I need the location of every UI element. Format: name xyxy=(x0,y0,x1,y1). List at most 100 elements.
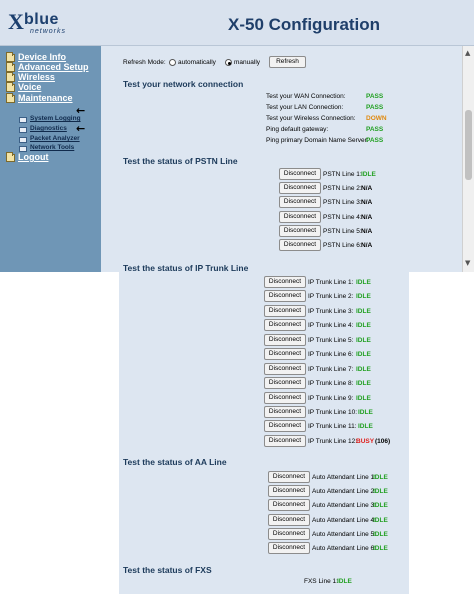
pstn-line-status: N/A xyxy=(361,214,373,221)
pstn-line-label: PSTN Line 6: xyxy=(323,242,362,249)
logo-letter: X xyxy=(8,9,24,34)
sidebar-item-label: Wireless xyxy=(18,72,55,82)
header: X blue networks X-50 Configuration xyxy=(0,0,474,46)
aa-disconnect-button[interactable]: Disconnect xyxy=(268,528,310,540)
trunk-line-label: IP Trunk Line 12: xyxy=(308,438,358,445)
pstn-line-label: PSTN Line 5: xyxy=(323,228,362,235)
aa-line-status: IDLE xyxy=(373,502,388,509)
trunk-line-label: IP Trunk Line 9: xyxy=(308,395,354,402)
ip-trunk-section-title: Test the status of IP Trunk Line xyxy=(123,263,249,272)
scroll-up-icon[interactable]: ▲ xyxy=(465,49,470,57)
aa-line-status: IDLE xyxy=(373,531,388,538)
pstn-line-status: N/A xyxy=(361,199,373,206)
folder-open-icon xyxy=(6,93,15,103)
sidebar-subitem-label: Diagnostics xyxy=(30,125,67,132)
wan-test-status: PASS xyxy=(366,93,384,100)
pstn-disconnect-button[interactable]: Disconnect xyxy=(279,225,321,237)
trunk-disconnect-button[interactable]: Disconnect xyxy=(264,348,306,360)
sidebar-subitem-label: System Logging xyxy=(30,115,81,122)
aa-line-label: Auto Attendant Line 2: xyxy=(312,488,376,495)
trunk-line-label: IP Trunk Line 8: xyxy=(308,380,354,387)
lan-test-label: Test your LAN Connection: xyxy=(266,104,344,111)
brand-logo: X blue networks xyxy=(8,9,83,39)
sidebar: Device Info Advanced Setup Wireless Voic… xyxy=(0,46,101,272)
trunk-line-status: IDLE xyxy=(356,322,371,329)
arrow-left-icon: ← xyxy=(76,122,86,135)
scrollbar-thumb[interactable] xyxy=(465,110,472,180)
trunk-line-status: IDLE xyxy=(356,380,371,387)
trunk-line-status: IDLE xyxy=(358,409,373,416)
aa-line-label: Auto Attendant Line 1: xyxy=(312,474,376,481)
wireless-test-status: DOWN xyxy=(366,115,387,122)
trunk-line-status: IDLE xyxy=(356,395,371,402)
logo-word: blue xyxy=(24,11,59,28)
trunk-disconnect-button[interactable]: Disconnect xyxy=(264,420,306,432)
trunk-disconnect-button[interactable]: Disconnect xyxy=(264,435,306,447)
trunk-line-label: IP Trunk Line 2: xyxy=(308,293,354,300)
pstn-disconnect-button[interactable]: Disconnect xyxy=(279,211,321,223)
trunk-disconnect-button[interactable]: Disconnect xyxy=(264,392,306,404)
trunk-disconnect-button[interactable]: Disconnect xyxy=(264,363,306,375)
trunk-line-label: IP Trunk Line 1: xyxy=(308,279,354,286)
trunk-line-label: IP Trunk Line 7: xyxy=(308,366,354,373)
trunk-line-status: IDLE xyxy=(356,337,371,344)
trunk-disconnect-button[interactable]: Disconnect xyxy=(264,305,306,317)
dns-ping-status: PASS xyxy=(366,137,384,144)
wireless-test-label: Test your Wireless Connection: xyxy=(266,115,356,122)
page-title: X-50 Configuration xyxy=(228,15,381,34)
page: X blue networks X-50 Configuration Devic… xyxy=(0,0,474,594)
aa-fxs-panel: Test the status of AA Line Disconnect Au… xyxy=(119,450,409,594)
aa-disconnect-button[interactable]: Disconnect xyxy=(268,485,310,497)
aa-line-status: IDLE xyxy=(373,545,388,552)
sidebar-item-label: Advanced Setup xyxy=(18,62,89,72)
refresh-manual-label: manually xyxy=(234,59,261,66)
trunk-line-status: IDLE xyxy=(356,293,371,300)
refresh-auto-radio[interactable] xyxy=(169,59,176,66)
sidebar-item-label: Voice xyxy=(18,82,42,92)
logo-subtext: networks xyxy=(30,28,67,35)
page-icon xyxy=(19,137,27,143)
trunk-line-label: IP Trunk Line 10: xyxy=(308,409,358,416)
trunk-disconnect-button[interactable]: Disconnect xyxy=(264,334,306,346)
trunk-line-status: IDLE xyxy=(358,423,373,430)
refresh-mode-label: Refresh Mode: xyxy=(123,59,166,66)
trunk-disconnect-button[interactable]: Disconnect xyxy=(264,406,306,418)
aa-disconnect-button[interactable]: Disconnect xyxy=(268,542,310,554)
sidebar-subitem-label: Packet Analyzer xyxy=(30,135,80,142)
trunk-line-label: IP Trunk Line 6: xyxy=(308,351,354,358)
ip-trunk-panel: Disconnect IP Trunk Line 1: IDLE Disconn… xyxy=(119,272,409,458)
trunk-line-status: BUSY xyxy=(356,438,375,445)
aa-line-status: IDLE xyxy=(373,488,388,495)
refresh-button[interactable]: Refresh xyxy=(269,56,306,68)
trunk-disconnect-button[interactable]: Disconnect xyxy=(264,377,306,389)
folder-icon xyxy=(6,72,15,82)
refresh-manual-radio[interactable] xyxy=(225,59,232,66)
trunk-line-label: IP Trunk Line 3: xyxy=(308,308,354,315)
aa-line-label: Auto Attendant Line 4: xyxy=(312,517,376,524)
pstn-disconnect-button[interactable]: Disconnect xyxy=(279,196,321,208)
refresh-auto-label: automatically xyxy=(178,59,216,66)
trunk-disconnect-button[interactable]: Disconnect xyxy=(264,276,306,288)
fxs-section-title: Test the status of FXS xyxy=(123,565,212,575)
scroll-down-icon[interactable]: ▼ xyxy=(465,259,470,267)
page-icon xyxy=(19,127,27,133)
trunk-disconnect-button[interactable]: Disconnect xyxy=(264,319,306,331)
gateway-ping-label: Ping default gateway: xyxy=(266,126,329,133)
pstn-disconnect-button[interactable]: Disconnect xyxy=(279,168,321,180)
aa-disconnect-button[interactable]: Disconnect xyxy=(268,471,310,483)
pstn-disconnect-button[interactable]: Disconnect xyxy=(279,182,321,194)
trunk-disconnect-button[interactable]: Disconnect xyxy=(264,290,306,302)
fxs-line-status: IDLE xyxy=(337,578,352,585)
pstn-disconnect-button[interactable]: Disconnect xyxy=(279,239,321,251)
pstn-line-label: PSTN Line 4: xyxy=(323,214,362,221)
scrollbar[interactable]: ▲ ▼ xyxy=(462,46,474,272)
aa-line-label: Auto Attendant Line 5: xyxy=(312,531,376,538)
wan-test-label: Test your WAN Connection: xyxy=(266,93,346,100)
aa-disconnect-button[interactable]: Disconnect xyxy=(268,499,310,511)
trunk-line-status: IDLE xyxy=(356,308,371,315)
folder-icon xyxy=(6,52,15,62)
lan-test-status: PASS xyxy=(366,104,384,111)
trunk-line-status: IDLE xyxy=(356,351,371,358)
aa-disconnect-button[interactable]: Disconnect xyxy=(268,514,310,526)
gateway-ping-status: PASS xyxy=(366,126,384,133)
